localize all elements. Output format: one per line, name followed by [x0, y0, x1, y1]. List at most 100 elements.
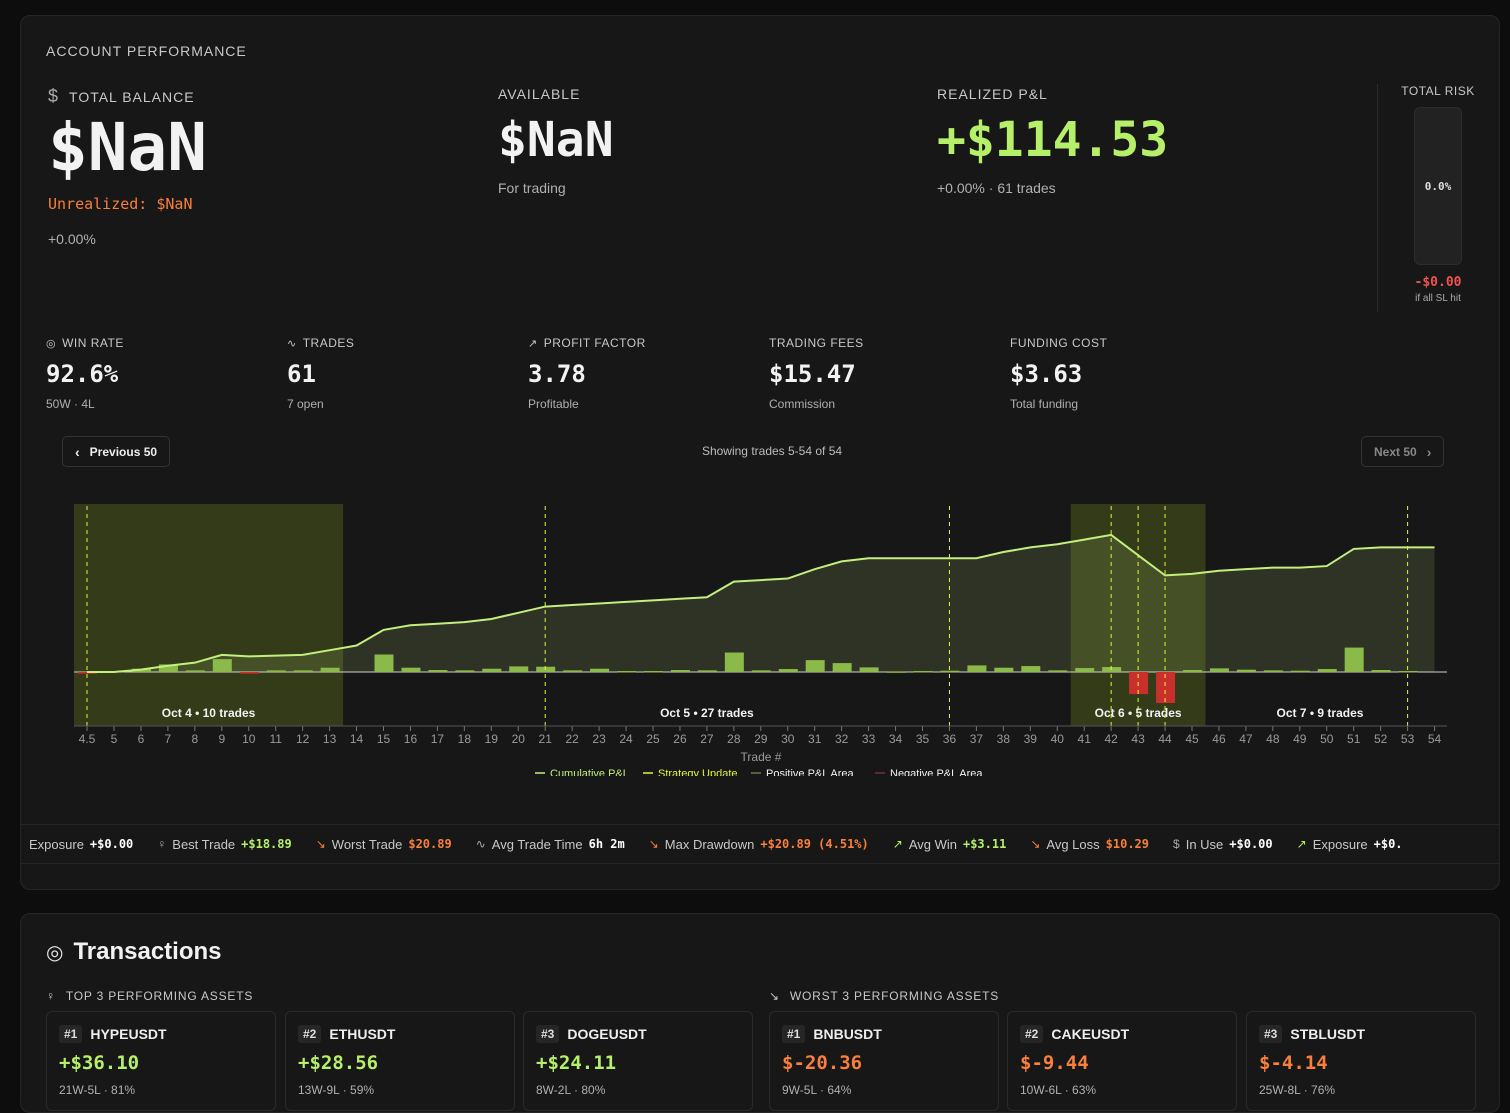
x-tick-label: 17	[431, 732, 445, 746]
risk-gauge: 0.0%	[1414, 107, 1462, 265]
stat-label: TRADING FEES	[769, 336, 864, 350]
trade-bar	[967, 665, 987, 672]
unrealized-value: Unrealized: $NaN	[48, 195, 193, 213]
asset-record: 8W-2L · 80%	[536, 1083, 606, 1097]
trade-bar	[724, 652, 744, 672]
x-tick-label: 26	[673, 732, 687, 746]
x-tick-label: 16	[404, 732, 418, 746]
asset-symbol: HYPEUSDT	[90, 1026, 167, 1042]
asset-symbol: STBLUSDT	[1290, 1026, 1366, 1042]
asset-pnl: $-20.36	[782, 1052, 863, 1074]
top-asset-card[interactable]: #1 HYPEUSDT +$36.10 21W-5L · 81%	[46, 1011, 276, 1111]
asset-symbol: CAKEUSDT	[1051, 1026, 1130, 1042]
ticker-value: $20.89	[408, 837, 452, 851]
x-tick-label: 5	[111, 732, 118, 746]
trade-bar	[1075, 668, 1095, 672]
trade-bar	[832, 663, 852, 672]
stat-win-rate: ◎ WIN RATE 92.6% 50W · 4L	[46, 336, 124, 411]
ticker-value: +$20.89 (4.51%)	[760, 837, 869, 851]
risk-divider	[1377, 84, 1378, 312]
ticker-label: Avg Loss	[1046, 836, 1100, 852]
stat-value: 92.6%	[46, 360, 119, 388]
x-tick-label: 42	[1104, 732, 1118, 746]
period-highlight	[74, 504, 344, 726]
worst-asset-card[interactable]: #3 STBLUSDT $-4.14 25W-8L · 76%	[1246, 1011, 1476, 1111]
trending-up-icon: ↗	[892, 837, 903, 851]
top-assets-label: TOP 3 PERFORMING ASSETS	[65, 989, 254, 1003]
ticker-label: Worst Trade	[331, 836, 403, 852]
realized-block: REALIZED P&L +$114.53 +0.00% · 61 trades	[937, 86, 1168, 196]
asset-pnl: $-9.44	[1020, 1052, 1089, 1074]
legend-item: Negative P&L Area	[890, 768, 983, 776]
trade-bar	[1236, 669, 1256, 672]
ticker-label: Avg Trade Time	[491, 836, 583, 852]
top-asset-card[interactable]: #3 DOGEUSDT +$24.11 8W-2L · 80%	[523, 1011, 753, 1111]
stat-sub: 7 open	[287, 397, 324, 411]
asset-rank: #2	[1020, 1025, 1044, 1043]
realized-label: REALIZED P&L	[937, 86, 1048, 102]
x-tick-label: 20	[512, 732, 526, 746]
transactions-title: Transactions	[73, 938, 222, 965]
stat-value: 61	[287, 360, 316, 388]
asset-rank: #1	[782, 1025, 806, 1043]
x-tick-label: 27	[700, 732, 714, 746]
trade-bar	[697, 670, 717, 672]
x-tick-label: 36	[943, 732, 957, 746]
dollar-icon: $	[1173, 837, 1180, 851]
x-tick-label: 39	[1024, 732, 1038, 746]
ticker-item: Exposure +$0.00	[21, 837, 149, 852]
ticker-item: ♀ Best Trade +$18.89	[149, 837, 307, 852]
trade-bar	[563, 670, 583, 672]
x-tick-label: 32	[835, 732, 849, 746]
asset-symbol: DOGEUSDT	[567, 1026, 647, 1042]
ticker-label: Avg Win	[908, 836, 957, 852]
x-tick-label: 10	[242, 732, 256, 746]
section-title: ACCOUNT PERFORMANCE	[46, 43, 247, 59]
ticker-item: ↗ Exposure +$0.	[1289, 837, 1419, 852]
next-page-button[interactable]: Next 50 ›	[1361, 436, 1445, 467]
risk-sub: if all SL hit	[1415, 293, 1461, 304]
trade-bar	[778, 669, 798, 672]
trending-up-icon: ↗	[1296, 837, 1307, 851]
ticker-label: Exposure	[29, 836, 84, 852]
worst-asset-card[interactable]: #1 BNBUSDT $-20.36 9W-5L · 64%	[769, 1011, 999, 1111]
trade-bar	[1317, 669, 1337, 672]
worst-asset-card[interactable]: #2 CAKEUSDT $-9.44 10W-6L · 63%	[1007, 1011, 1237, 1111]
x-tick-label: 37	[970, 732, 984, 746]
ticker-value: 6h 2m	[588, 837, 625, 851]
asset-record: 9W-5L · 64%	[782, 1083, 852, 1097]
ticker-value: +$18.89	[241, 837, 292, 851]
trade-bar	[293, 670, 313, 672]
x-tick-label: 33	[862, 732, 876, 746]
x-tick-label: 24	[619, 732, 633, 746]
stats-ticker: Exposure +$0.00 ♀ Best Trade +$18.89 ↘ Worst T…	[21, 824, 1499, 864]
available-label: AVAILABLE	[498, 86, 581, 102]
x-tick-label: 45	[1185, 732, 1199, 746]
trade-bar	[428, 670, 448, 672]
top-asset-card[interactable]: #2 ETHUSDT +$28.56 13W-9L · 59%	[285, 1011, 515, 1111]
legend-item: Cumulative P&L	[550, 768, 629, 776]
asset-pnl: $-4.14	[1259, 1052, 1328, 1074]
trade-bar	[617, 671, 637, 673]
stat-label: TRADES	[302, 336, 355, 350]
trade-bar	[1398, 671, 1418, 673]
period-label: Oct 4 • 10 trades	[162, 706, 256, 720]
x-tick-label: 53	[1401, 732, 1415, 746]
activity-icon: ∿	[475, 837, 486, 851]
chevron-right-icon: ›	[1426, 443, 1432, 460]
ticker-label: In Use	[1185, 836, 1224, 852]
trending-down-icon: ↘	[315, 837, 326, 851]
worst-assets-label: WORST 3 PERFORMING ASSETS	[789, 989, 999, 1003]
ticker-item: ↗ Avg Win +$3.11	[885, 837, 1023, 852]
asset-record: 13W-9L · 59%	[298, 1083, 375, 1097]
total-risk-block: TOTAL RISK 0.0% -$0.00 if all SL hit	[1393, 84, 1483, 304]
trade-bar	[590, 668, 610, 672]
trade-bar	[751, 670, 771, 672]
trade-bar	[1183, 670, 1202, 672]
target-icon: ◎	[46, 941, 64, 964]
x-tick-label: 41	[1078, 732, 1092, 746]
account-performance-card: ACCOUNT PERFORMANCE $ TOTAL BALANCE $NaN…	[20, 15, 1500, 890]
available-sub: For trading	[498, 180, 566, 196]
stat-label: WIN RATE	[62, 336, 124, 350]
stat-value: 3.78	[528, 360, 586, 388]
